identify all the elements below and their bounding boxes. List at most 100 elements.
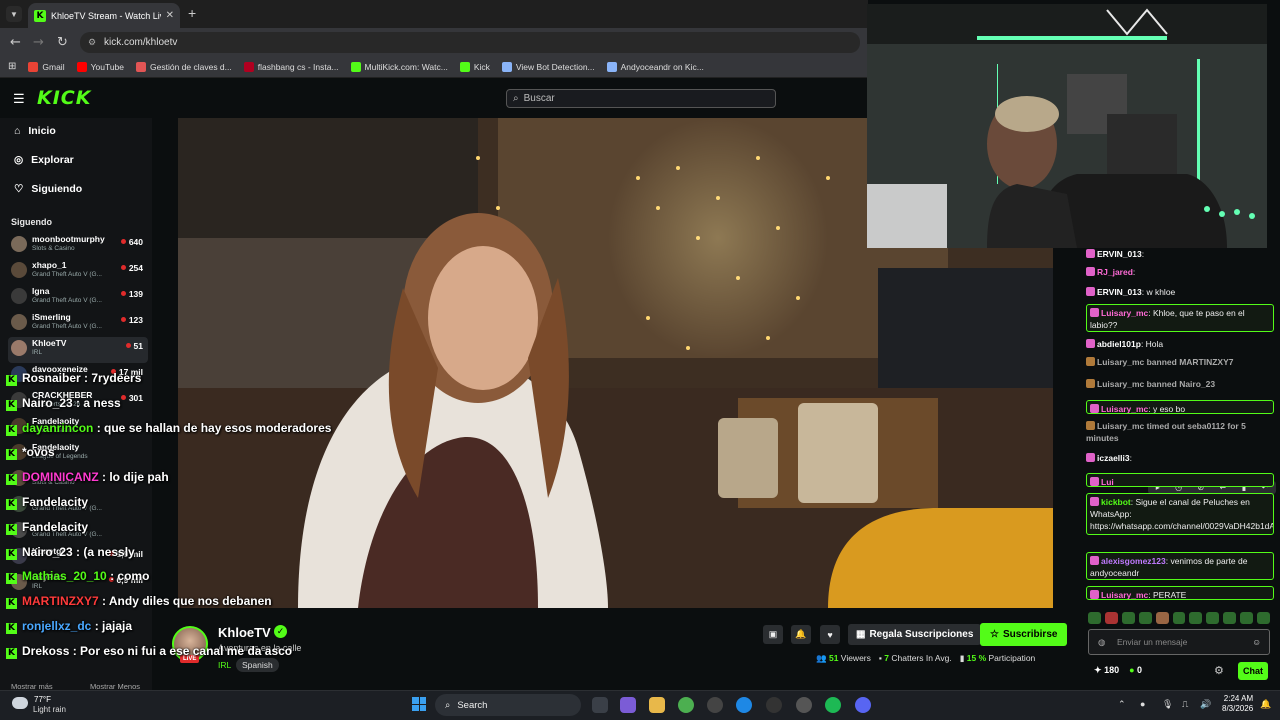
file-explorer-icon[interactable] bbox=[649, 697, 665, 713]
chat-settings-icon[interactable]: ⚙ bbox=[1214, 664, 1224, 677]
emote-quick-bar[interactable] bbox=[1088, 611, 1270, 625]
weather-widget[interactable]: 77°F Light rain bbox=[12, 695, 66, 715]
chat-username[interactable]: ERVIN_013 bbox=[1097, 249, 1142, 259]
stream-category[interactable]: IRL bbox=[218, 660, 231, 670]
nav-item-siguiendo[interactable]: ♡ Siguiendo bbox=[14, 183, 82, 195]
bookmark-label: Gmail bbox=[42, 61, 65, 72]
chat-username[interactable]: RJ_jared bbox=[1097, 267, 1133, 277]
followed-channel[interactable]: xhapo_1 Grand Theft Auto V (G... 254 bbox=[8, 259, 148, 285]
chat-message[interactable]: alexisgomez123: venimos de parte de andy… bbox=[1086, 552, 1274, 580]
chat-username[interactable]: Luisary_mc bbox=[1101, 308, 1148, 318]
chat-message[interactable]: Luisary_mc timed out seba0112 for 5 minu… bbox=[1086, 420, 1274, 444]
windows-start-icon[interactable] bbox=[412, 697, 426, 711]
chat-message[interactable]: Luisary_mc: Khloe, que te paso en el lab… bbox=[1086, 304, 1274, 332]
chat-message[interactable]: Lui bbox=[1086, 473, 1274, 487]
kick-badge-icon: K bbox=[6, 375, 17, 386]
followed-channel[interactable]: moonbootmurphy Slots & Casino 640 bbox=[8, 233, 148, 259]
app-icon[interactable] bbox=[766, 697, 782, 713]
system-clock[interactable]: 2:24 AM 8/3/2026 bbox=[1222, 694, 1253, 714]
follow-heart-icon[interactable]: ♥ bbox=[820, 625, 840, 644]
chat-username[interactable]: Luisary_mc timed out seba0112 for 5 minu… bbox=[1086, 421, 1246, 443]
chat-message-input[interactable]: Enviar un mensaje ◍ ☺ bbox=[1088, 629, 1270, 655]
menu-icon[interactable]: ☰ bbox=[13, 91, 25, 107]
subscribe-button[interactable]: ☆ Suscribirse bbox=[980, 623, 1068, 646]
emoji-icon[interactable]: ☺ bbox=[1252, 637, 1261, 647]
bookmark-item[interactable]: Gestión de claves d... bbox=[136, 61, 232, 72]
chat-username[interactable]: ERVIN_013 bbox=[1097, 287, 1142, 297]
chat-username[interactable]: Luisary_mc bbox=[1101, 404, 1148, 413]
spotify-icon[interactable] bbox=[825, 697, 841, 713]
chat-message[interactable]: ERVIN_013: bbox=[1086, 248, 1274, 260]
bookmark-item[interactable]: Andyoceandr on Kic... bbox=[606, 61, 704, 72]
tab-search-button[interactable]: ▼ bbox=[6, 6, 22, 22]
theater-mode-icon[interactable]: ▣ bbox=[763, 625, 783, 644]
settings-app-icon[interactable] bbox=[796, 697, 812, 713]
followed-channel[interactable]: KhloeTV IRL 51 bbox=[8, 337, 148, 363]
chat-send-button[interactable]: Chat bbox=[1238, 662, 1268, 680]
chat-username[interactable]: Luisary_mc banned MARTINZXY7 bbox=[1097, 357, 1234, 367]
bookmark-label: View Bot Detection... bbox=[515, 61, 595, 72]
followed-channel[interactable]: lgna Grand Theft Auto V (G... 139 bbox=[8, 285, 148, 311]
chat-mode-icon[interactable]: ◍ bbox=[1098, 637, 1105, 648]
browser-tab[interactable]: K KhloeTV Stream - Watch Liv ✕ bbox=[28, 3, 180, 28]
chat-message[interactable]: Luisary_mc: PERATE bbox=[1086, 586, 1274, 600]
chat-username[interactable]: Luisary_mc banned Nairo_23 bbox=[1097, 379, 1215, 389]
chat-message[interactable]: iczaelli3: bbox=[1086, 452, 1274, 464]
back-icon[interactable]: ← bbox=[10, 35, 21, 50]
overlay-chat-text: : Andy diles que nos debanen bbox=[98, 594, 272, 609]
forward-icon[interactable]: → bbox=[33, 35, 44, 50]
taskbar-search[interactable]: ⌕ Search bbox=[435, 694, 581, 716]
gift-subs-label: Regala Suscripciones bbox=[869, 629, 974, 640]
reload-icon[interactable]: ↻ bbox=[57, 35, 68, 50]
gift-subs-button[interactable]: ▦ Regala Suscripciones bbox=[848, 624, 982, 645]
followed-channel[interactable]: iSmerling Grand Theft Auto V (G... 123 bbox=[8, 311, 148, 337]
chat-message[interactable]: Luisary_mc: y eso bo bbox=[1086, 400, 1274, 414]
discord-icon[interactable] bbox=[855, 697, 871, 713]
bookmark-item[interactable]: MultiKick.com: Watc... bbox=[350, 61, 448, 72]
nav-item-inicio[interactable]: ⌂ Inicio bbox=[14, 125, 56, 137]
notifications-icon[interactable]: 🔔 bbox=[1260, 699, 1271, 710]
chat-message[interactable]: RJ_jared: bbox=[1086, 266, 1274, 278]
task-view-icon[interactable] bbox=[592, 697, 608, 713]
edge-icon[interactable] bbox=[736, 697, 752, 713]
url-field[interactable]: ⚙ kick.com/khloetv bbox=[80, 32, 860, 53]
volume-icon[interactable]: 🔊 bbox=[1200, 699, 1211, 710]
chat-message[interactable]: Luisary_mc banned MARTINZXY7 bbox=[1086, 356, 1274, 368]
chat-message[interactable]: abdiel101p: Hola bbox=[1086, 338, 1274, 350]
site-info-icon[interactable]: ⚙ bbox=[88, 37, 96, 48]
notification-bell-icon[interactable]: 🔔 bbox=[791, 625, 811, 644]
bookmark-item[interactable]: View Bot Detection... bbox=[501, 61, 595, 72]
chat-username[interactable]: Luisary_mc bbox=[1101, 590, 1148, 599]
apps-grid-icon[interactable]: ⊞ bbox=[8, 61, 16, 72]
channel-points[interactable]: ✦ 180 ● 0 bbox=[1094, 665, 1142, 676]
chat-message[interactable]: Luisary_mc banned Nairo_23 bbox=[1086, 378, 1274, 390]
obs-icon[interactable] bbox=[707, 697, 723, 713]
network-icon[interactable]: ⎍ bbox=[1182, 699, 1188, 710]
chrome-icon[interactable] bbox=[678, 697, 694, 713]
gift-icon: ▦ bbox=[856, 629, 866, 640]
chat-username[interactable]: alexisgomez123 bbox=[1101, 556, 1166, 566]
language-tag[interactable]: Spanish bbox=[236, 658, 279, 672]
bookmark-item[interactable]: YouTube bbox=[76, 61, 124, 72]
overlay-chat-user: Fandelacity bbox=[22, 519, 89, 534]
nav-item-explorar[interactable]: ◎ Explorar bbox=[14, 154, 74, 166]
chat-username[interactable]: kickbot bbox=[1101, 497, 1131, 507]
chat-message[interactable]: kickbot: Sigue el canal de Peluches en W… bbox=[1086, 493, 1274, 535]
tray-app-icon[interactable]: ● bbox=[1140, 699, 1145, 709]
copilot-icon[interactable] bbox=[620, 697, 636, 713]
bookmark-item[interactable]: Kick bbox=[459, 61, 490, 72]
bookmark-item[interactable]: flashbang cs - Insta... bbox=[243, 61, 339, 72]
chat-username[interactable]: Lui bbox=[1101, 477, 1114, 486]
chat-username[interactable]: iczaelli3 bbox=[1097, 453, 1130, 463]
new-tab-button[interactable]: + bbox=[188, 5, 196, 21]
channel-name[interactable]: KhloeTV bbox=[218, 625, 271, 640]
search-input[interactable]: ⌕ Buscar bbox=[506, 89, 776, 108]
kick-logo[interactable]: KICK bbox=[37, 87, 91, 109]
bookmark-item[interactable]: Gmail bbox=[28, 61, 65, 72]
close-tab-icon[interactable]: ✕ bbox=[166, 10, 174, 21]
mic-icon[interactable]: 🎙 bbox=[1162, 699, 1173, 710]
overlay-chat-line: K Drekoss : Por eso ni fui a ese canal me… bbox=[6, 644, 292, 659]
tray-chevron-icon[interactable]: ⌃ bbox=[1118, 699, 1126, 710]
chat-username[interactable]: abdiel101p bbox=[1097, 339, 1141, 349]
chat-message[interactable]: ERVIN_013: w khloe bbox=[1086, 286, 1274, 298]
